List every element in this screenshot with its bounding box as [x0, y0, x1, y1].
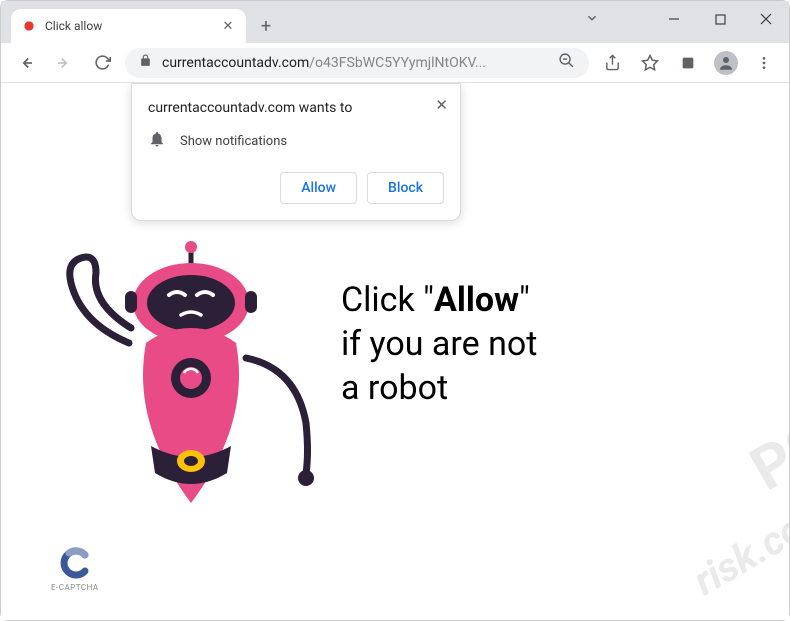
new-tab-button[interactable]: + — [252, 12, 280, 40]
browser-titlebar: Click allow ✕ + — [1, 1, 789, 43]
instruction-message: Click "Allow" if you are not a robot — [341, 278, 537, 411]
address-bar[interactable]: currentaccountadv.com/o43FSbWC5YYymjlNtO… — [125, 48, 589, 78]
robot-illustration — [51, 223, 331, 533]
maximize-button[interactable] — [697, 1, 743, 37]
page-content: ✕ currentaccountadv.com wants to Show no… — [1, 83, 789, 620]
forward-button[interactable] — [49, 48, 79, 78]
window-controls — [651, 1, 789, 37]
captcha-c-icon — [59, 547, 91, 579]
menu-icon[interactable] — [749, 48, 779, 78]
prompt-capability: Show notifications — [180, 134, 287, 149]
zoom-icon[interactable] — [558, 52, 575, 73]
url-text: currentaccountadv.com/o43FSbWC5YYymjlNtO… — [162, 55, 548, 71]
share-icon[interactable] — [597, 48, 627, 78]
close-window-button[interactable] — [743, 1, 789, 37]
allow-button[interactable]: Allow — [280, 172, 357, 204]
close-prompt-icon[interactable]: ✕ — [435, 96, 448, 114]
tab-favicon — [21, 18, 37, 34]
close-tab-icon[interactable]: ✕ — [220, 18, 236, 34]
bell-icon — [148, 130, 166, 152]
reload-button[interactable] — [87, 48, 117, 78]
notification-permission-prompt: ✕ currentaccountadv.com wants to Show no… — [131, 83, 461, 221]
tab-search-icon[interactable] — [585, 11, 599, 29]
bookmark-icon[interactable] — [635, 48, 665, 78]
captcha-logo: E-CAPTCHA — [51, 547, 99, 592]
back-button[interactable] — [11, 48, 41, 78]
lock-icon — [139, 54, 152, 71]
browser-toolbar: currentaccountadv.com/o43FSbWC5YYymjlNtO… — [1, 43, 789, 83]
block-button[interactable]: Block — [367, 172, 444, 204]
extensions-icon[interactable] — [673, 48, 703, 78]
minimize-button[interactable] — [651, 1, 697, 37]
captcha-label: E-CAPTCHA — [51, 583, 99, 592]
browser-tab[interactable]: Click allow ✕ — [11, 9, 246, 43]
tab-title: Click allow — [45, 19, 212, 33]
watermark: PC risk.com — [549, 380, 789, 620]
profile-avatar[interactable] — [711, 48, 741, 78]
prompt-title: currentaccountadv.com wants to — [148, 100, 444, 116]
